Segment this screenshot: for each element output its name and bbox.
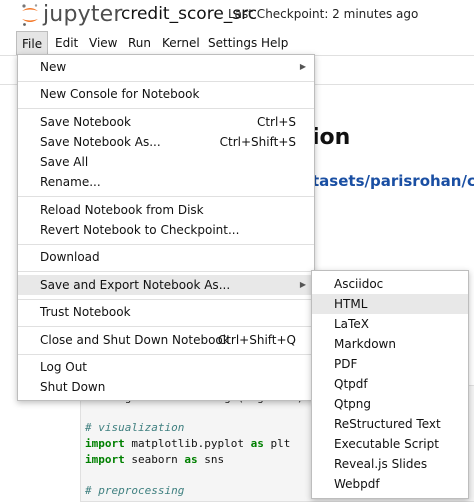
code-keyword: import — [85, 437, 125, 450]
submenu-item-label: LaTeX — [334, 317, 369, 331]
jupyter-logo-text: jupyter — [43, 2, 123, 27]
menu-item-save-and-export[interactable]: Save and Export Notebook As... ▶ — [18, 275, 314, 295]
menu-item-label: Revert Notebook to Checkpoint... — [40, 223, 240, 237]
menu-item-reload[interactable]: Reload Notebook from Disk — [18, 200, 314, 220]
export-submenu: Asciidoc HTML LaTeX Markdown PDF Qtpdf Q… — [311, 270, 469, 499]
menu-separator — [18, 108, 314, 109]
menu-separator — [18, 354, 314, 355]
menu-item-label: Download — [40, 250, 100, 264]
menu-item-label: Reload Notebook from Disk — [40, 203, 204, 217]
menu-item-label: Save Notebook As... — [40, 135, 161, 149]
submenu-item-label: Qtpng — [334, 397, 371, 411]
menubar: File Edit View Run Kernel Settings Help — [0, 31, 474, 56]
menu-item-label: Rename... — [40, 175, 101, 189]
export-asciidoc[interactable]: Asciidoc — [312, 274, 468, 294]
code-comment-visualization: # visualization — [85, 421, 185, 434]
export-revealjs-slides[interactable]: Reveal.js Slides — [312, 454, 468, 474]
submenu-item-label: Qtpdf — [334, 377, 368, 391]
menu-shortcut: Ctrl+Shift+S — [219, 135, 296, 149]
export-qtpdf[interactable]: Qtpdf — [312, 374, 468, 394]
code-module: seaborn — [124, 453, 185, 466]
menu-run[interactable]: Run — [123, 31, 156, 55]
menu-item-shut-down[interactable]: Shut Down — [18, 377, 314, 397]
menu-item-new[interactable]: New ▶ — [18, 57, 314, 77]
menu-item-label: Save Notebook — [40, 115, 131, 129]
menu-separator — [18, 271, 314, 272]
code-alias: sns — [197, 453, 225, 466]
file-menu-dropdown: New ▶ New Console for Notebook Save Note… — [17, 54, 315, 401]
code-import-seaborn: import seaborn as sns — [85, 453, 224, 466]
menu-item-label: Shut Down — [40, 380, 106, 394]
menu-item-close-shutdown[interactable]: Close and Shut Down Notebook Ctrl+Shift+… — [18, 330, 314, 350]
markdown-heading: ion — [312, 125, 351, 150]
menu-shortcut: Ctrl+S — [256, 115, 296, 129]
menu-settings[interactable]: Settings — [203, 31, 262, 55]
menu-shortcut: Ctrl+Shift+Q — [217, 333, 296, 347]
export-webpdf[interactable]: Webpdf — [312, 474, 468, 494]
jupyter-logo-icon — [22, 3, 38, 26]
submenu-item-label: Executable Script — [334, 437, 439, 451]
submenu-item-label: Markdown — [334, 337, 396, 351]
code-alias: plt — [263, 437, 291, 450]
menu-item-trust-notebook[interactable]: Trust Notebook — [18, 302, 314, 322]
submenu-item-label: Reveal.js Slides — [334, 457, 428, 471]
submenu-item-label: PDF — [334, 357, 358, 371]
jupyter-logo[interactable]: jupyter — [20, 2, 123, 27]
submenu-item-label: Asciidoc — [334, 277, 384, 291]
menu-item-download[interactable]: Download — [18, 247, 314, 267]
top-header: jupyter credit_score_src Last Checkpoint… — [0, 0, 474, 31]
menu-item-save-as[interactable]: Save Notebook As... Ctrl+Shift+S — [18, 132, 314, 152]
code-import-matplotlib: import matplotlib.pyplot as plt — [85, 437, 290, 450]
export-restructured-text[interactable]: ReStructured Text — [312, 414, 468, 434]
markdown-link[interactable]: tasets/parisrohan/cre — [312, 172, 474, 190]
export-html[interactable]: HTML — [312, 294, 468, 314]
export-pdf[interactable]: PDF — [312, 354, 468, 374]
menu-help[interactable]: Help — [256, 31, 293, 55]
menu-separator — [18, 196, 314, 197]
code-keyword-as: as — [184, 453, 198, 466]
export-latex[interactable]: LaTeX — [312, 314, 468, 334]
menu-item-label: Save and Export Notebook As... — [40, 278, 231, 292]
code-comment-preprocessing: # preprocessing — [85, 484, 185, 497]
menu-item-rename[interactable]: Rename... — [18, 172, 314, 192]
menu-item-log-out[interactable]: Log Out — [18, 357, 314, 377]
menu-item-label: Trust Notebook — [40, 305, 131, 319]
menu-separator — [18, 244, 314, 245]
menu-file[interactable]: File — [16, 31, 49, 55]
submenu-item-label: Webpdf — [334, 477, 380, 491]
menu-separator — [18, 326, 314, 327]
menu-item-revert[interactable]: Revert Notebook to Checkpoint... — [18, 220, 314, 240]
menu-item-save-all[interactable]: Save All — [18, 152, 314, 172]
menu-item-label: Log Out — [40, 360, 88, 374]
menu-kernel[interactable]: Kernel — [157, 31, 205, 55]
code-module: matplotlib.pyplot — [124, 437, 251, 450]
export-executable-script[interactable]: Executable Script — [312, 434, 468, 454]
menu-item-label: Save All — [40, 155, 89, 169]
menu-item-label: Close and Shut Down Notebook — [40, 333, 230, 347]
submenu-item-label: ReStructured Text — [334, 417, 441, 431]
menu-separator — [18, 81, 314, 82]
submenu-arrow-icon: ▶ — [299, 62, 306, 71]
menu-item-label: New — [40, 60, 67, 74]
code-keyword-as: as — [250, 437, 264, 450]
menu-separator — [18, 299, 314, 300]
menu-item-save-notebook[interactable]: Save Notebook Ctrl+S — [18, 112, 314, 132]
menu-view[interactable]: View — [84, 31, 122, 55]
export-qtpng[interactable]: Qtpng — [312, 394, 468, 414]
menu-item-label: New Console for Notebook — [40, 87, 200, 101]
menu-item-new-console[interactable]: New Console for Notebook — [18, 84, 314, 104]
submenu-arrow-icon: ▶ — [299, 280, 306, 289]
menu-edit[interactable]: Edit — [50, 31, 83, 55]
submenu-item-label: HTML — [334, 297, 368, 311]
code-keyword: import — [85, 453, 125, 466]
export-markdown[interactable]: Markdown — [312, 334, 468, 354]
checkpoint-status: Last Checkpoint: 2 minutes ago — [228, 7, 419, 21]
